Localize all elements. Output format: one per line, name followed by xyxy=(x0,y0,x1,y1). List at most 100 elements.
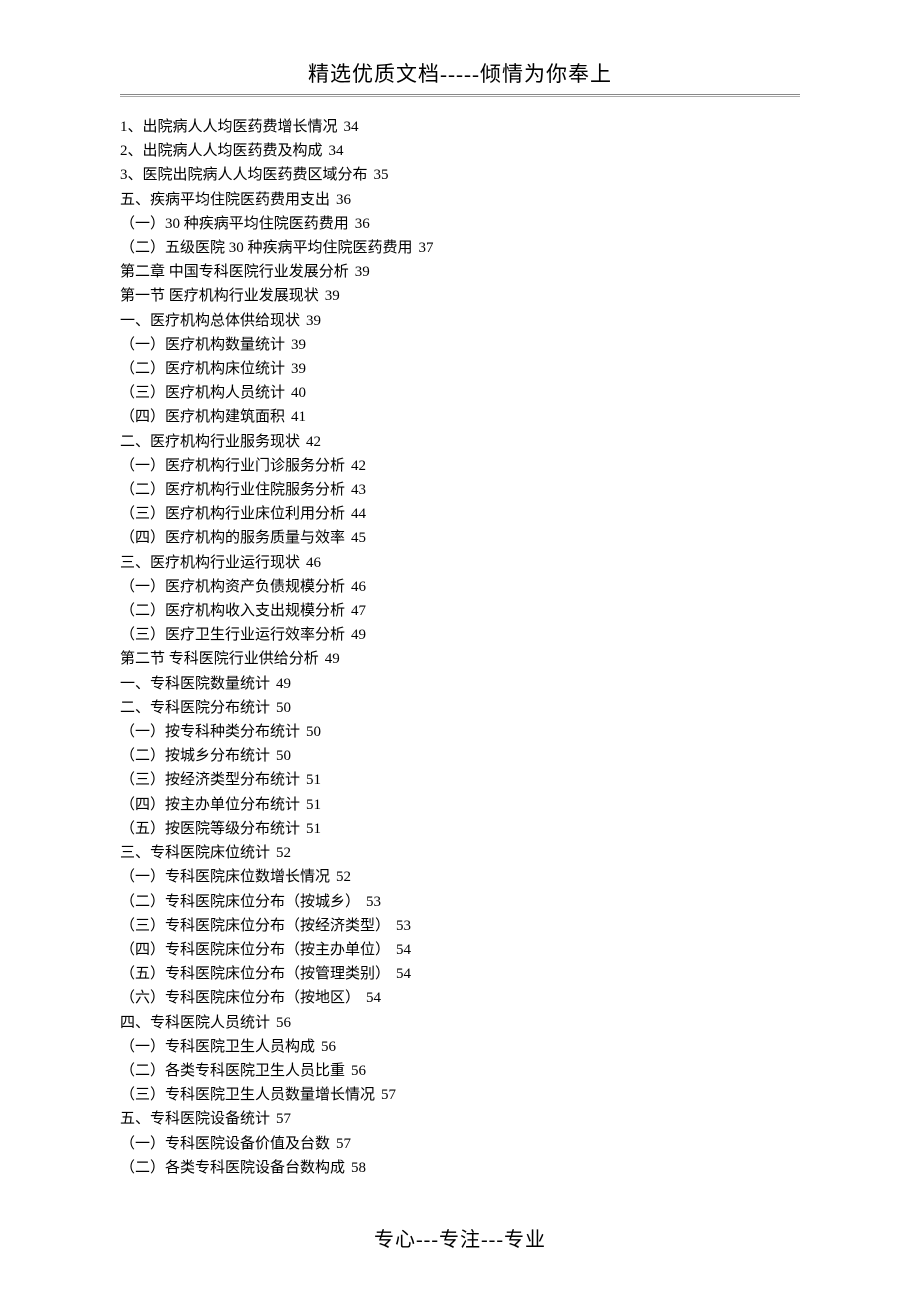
header-text: 精选优质文档-----倾情为你奉上 xyxy=(308,62,612,86)
toc-item-page: 57 xyxy=(276,1111,291,1127)
toc-item-page: 39 xyxy=(306,313,321,329)
toc-line: （二）各类专科医院卫生人员比重56 xyxy=(120,1059,800,1083)
toc-item-text: （三）专科医院卫生人员数量增长情况 xyxy=(120,1087,375,1103)
toc-item-page: 57 xyxy=(381,1087,396,1103)
toc-item-page: 51 xyxy=(306,797,321,813)
toc-item-page: 36 xyxy=(336,192,351,208)
toc-item-text: （一）专科医院床位数增长情况 xyxy=(120,869,330,885)
toc-item-page: 50 xyxy=(306,724,321,740)
toc-line: （四）医疗机构建筑面积 41 xyxy=(120,405,800,429)
toc-item-page: 39 xyxy=(355,264,370,280)
toc-item-text: 三、专科医院床位统计 xyxy=(120,845,270,861)
toc-line: （三）医疗机构人员统计40 xyxy=(120,381,800,405)
toc-item-text: 1、出院病人人均医药费增长情况 xyxy=(120,119,338,135)
toc-item-text: 2、出院病人人均医药费及构成 xyxy=(120,143,323,159)
toc-line: 一、医疗机构总体供给现状 39 xyxy=(120,309,800,333)
toc-item-page: 47 xyxy=(351,603,366,619)
toc-item-text: （二）医疗机构行业住院服务分析 xyxy=(120,482,345,498)
toc-item-page: 56 xyxy=(276,1015,291,1031)
toc-item-text: （四）医疗机构建筑面积 xyxy=(120,409,285,425)
toc-line: （一）专科医院设备价值及台数 57 xyxy=(120,1132,800,1156)
toc-item-text: 一、专科医院数量统计 xyxy=(120,676,270,692)
toc-item-page: 44 xyxy=(351,506,366,522)
toc-item-text: （一）医疗机构资产负债规模分析 xyxy=(120,579,345,595)
toc-item-page: 39 xyxy=(291,337,306,353)
toc-line: （二）医疗机构床位统计 39 xyxy=(120,357,800,381)
toc-item-page: 34 xyxy=(344,119,359,135)
toc-line: （二）按城乡分布统计 50 xyxy=(120,744,800,768)
toc-line: 第二节 专科医院行业供给分析 49 xyxy=(120,647,800,671)
toc-line: （五）按医院等级分布统计51 xyxy=(120,817,800,841)
toc-item-text: 第二节 专科医院行业供给分析 xyxy=(120,651,319,667)
footer-text: 专心---专注---专业 xyxy=(374,1229,546,1251)
toc-item-text: （二）专科医院床位分布（按城乡） xyxy=(120,894,360,910)
toc-line: 2、出院病人人均医药费及构成 34 xyxy=(120,139,800,163)
toc-item-text: 第一节 医疗机构行业发展现状 xyxy=(120,288,319,304)
toc-item-text: 二、专科医院分布统计 xyxy=(120,700,270,716)
toc-item-page: 49 xyxy=(325,651,340,667)
toc-item-text: （一）30 种疾病平均住院医药费用 xyxy=(120,216,349,232)
toc-item-text: 三、医疗机构行业运行现状 xyxy=(120,555,300,571)
toc-item-text: 二、医疗机构行业服务现状 xyxy=(120,434,300,450)
toc-line: （二）医疗机构行业住院服务分析43 xyxy=(120,478,800,502)
toc-line: 二、专科医院分布统计50 xyxy=(120,696,800,720)
toc-line: （二）五级医院 30 种疾病平均住院医药费用37 xyxy=(120,236,800,260)
toc-item-text: （三）医疗卫生行业运行效率分析 xyxy=(120,627,345,643)
toc-item-text: 四、专科医院人员统计 xyxy=(120,1015,270,1031)
toc-item-page: 39 xyxy=(291,361,306,377)
toc-line: （三）按经济类型分布统计51 xyxy=(120,768,800,792)
toc-line: 五、疾病平均住院医药费用支出 36 xyxy=(120,188,800,212)
toc-item-text: （三）医疗机构行业床位利用分析 xyxy=(120,506,345,522)
toc-item-page: 41 xyxy=(291,409,306,425)
toc-line: 3、医院出院病人人均医药费区域分布35 xyxy=(120,163,800,187)
toc-item-text: （一）专科医院卫生人员构成 xyxy=(120,1039,315,1055)
toc-item-text: 一、医疗机构总体供给现状 xyxy=(120,313,300,329)
toc-item-page: 56 xyxy=(351,1063,366,1079)
toc-line: （一）医疗机构行业门诊服务分析42 xyxy=(120,454,800,478)
toc-item-page: 52 xyxy=(276,845,291,861)
toc-item-page: 42 xyxy=(306,434,321,450)
toc-line: （四）专科医院床位分布（按主办单位）54 xyxy=(120,938,800,962)
toc-item-page: 49 xyxy=(276,676,291,692)
toc-item-text: （四）医疗机构的服务质量与效率 xyxy=(120,530,345,546)
toc-line: （三）医疗卫生行业运行效率分析49 xyxy=(120,623,800,647)
toc-item-page: 42 xyxy=(351,458,366,474)
toc-item-page: 51 xyxy=(306,772,321,788)
toc-item-page: 50 xyxy=(276,748,291,764)
toc-line: （一）医疗机构数量统计39 xyxy=(120,333,800,357)
toc-line: 一、专科医院数量统计 49 xyxy=(120,672,800,696)
toc-item-text: 五、疾病平均住院医药费用支出 xyxy=(120,192,330,208)
toc-item-page: 54 xyxy=(366,990,381,1006)
toc-line: （三）专科医院床位分布（按经济类型） 53 xyxy=(120,914,800,938)
toc-item-text: （三）医疗机构人员统计 xyxy=(120,385,285,401)
toc-line: 第一节 医疗机构行业发展现状39 xyxy=(120,284,800,308)
toc-line: 三、医疗机构行业运行现状46 xyxy=(120,551,800,575)
toc-item-page: 58 xyxy=(351,1160,366,1176)
toc-item-text: （五）专科医院床位分布（按管理类别） xyxy=(120,966,390,982)
toc-item-text: （二）医疗机构床位统计 xyxy=(120,361,285,377)
toc-item-text: （五）按医院等级分布统计 xyxy=(120,821,300,837)
toc-item-text: （四）专科医院床位分布（按主办单位） xyxy=(120,942,390,958)
toc-line: 第二章 中国专科医院行业发展分析39 xyxy=(120,260,800,284)
toc-item-page: 34 xyxy=(329,143,344,159)
toc-line: （二）医疗机构收入支出规模分析47 xyxy=(120,599,800,623)
toc-item-page: 53 xyxy=(366,894,381,910)
toc-item-text: （三）专科医院床位分布（按经济类型） xyxy=(120,918,390,934)
toc-item-text: （二）按城乡分布统计 xyxy=(120,748,270,764)
toc-item-text: （四）按主办单位分布统计 xyxy=(120,797,300,813)
toc-item-page: 53 xyxy=(396,918,411,934)
toc-item-page: 52 xyxy=(336,869,351,885)
toc-item-text: （一）按专科种类分布统计 xyxy=(120,724,300,740)
toc-item-page: 36 xyxy=(355,216,370,232)
toc-item-page: 46 xyxy=(351,579,366,595)
toc-line: （一）医疗机构资产负债规模分析 46 xyxy=(120,575,800,599)
toc-item-text: 3、医院出院病人人均医药费区域分布 xyxy=(120,167,368,183)
toc-line: （一）30 种疾病平均住院医药费用 36 xyxy=(120,212,800,236)
toc-line: （一）按专科种类分布统计 50 xyxy=(120,720,800,744)
toc-line: （一）专科医院卫生人员构成56 xyxy=(120,1035,800,1059)
page-header: 精选优质文档-----倾情为你奉上 xyxy=(0,0,920,88)
toc-item-page: 57 xyxy=(336,1136,351,1152)
toc-line: （二）各类专科医院设备台数构成58 xyxy=(120,1156,800,1180)
toc-item-text: （一）专科医院设备价值及台数 xyxy=(120,1136,330,1152)
toc-line: 四、专科医院人员统计 56 xyxy=(120,1011,800,1035)
